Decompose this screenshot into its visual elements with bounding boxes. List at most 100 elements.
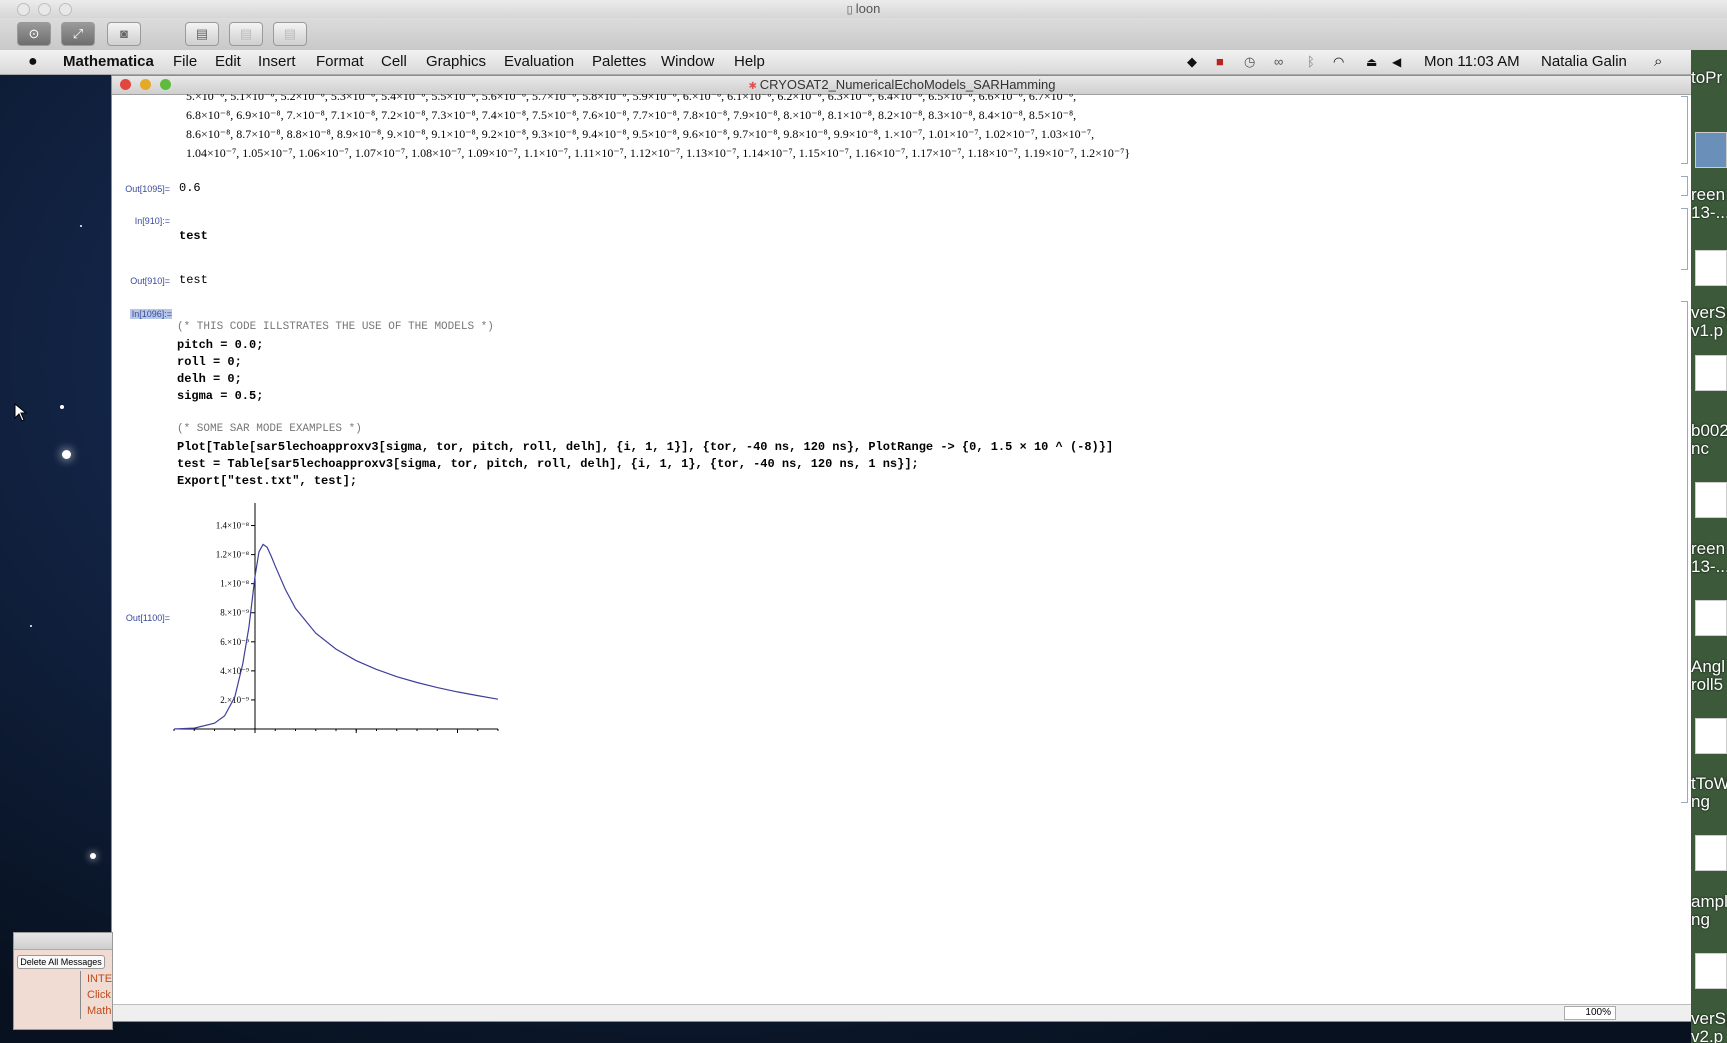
code-line[interactable]: Plot[Table[sar5lechoapproxv3[sigma, tor,… bbox=[177, 440, 1113, 454]
desktop-file-label[interactable]: reen bbox=[1691, 540, 1727, 557]
control-mode-button[interactable]: ⊙ bbox=[17, 22, 51, 46]
file-thumbnail[interactable] bbox=[1695, 600, 1727, 636]
out-label: Out[1100]= bbox=[125, 613, 170, 623]
output-value: 0.6 bbox=[179, 181, 201, 195]
apple-icon[interactable]: ● bbox=[28, 50, 38, 74]
bluetooth-icon[interactable]: ᛒ bbox=[1307, 50, 1315, 74]
minimize-button[interactable] bbox=[38, 3, 51, 16]
desktop-file-label[interactable]: 13-... bbox=[1691, 204, 1727, 221]
desktop-file-label[interactable]: ng bbox=[1691, 911, 1727, 928]
notebook-icon: ✱ bbox=[748, 81, 760, 92]
clock[interactable]: Mon 11:03 AM bbox=[1424, 50, 1520, 74]
code-line[interactable]: delh = 0; bbox=[177, 372, 242, 386]
cell-bracket[interactable] bbox=[1681, 301, 1688, 803]
zoom-selector[interactable]: 100% bbox=[1564, 1006, 1616, 1020]
input-cell[interactable]: test bbox=[179, 229, 208, 243]
clipboard-button[interactable]: ▤ bbox=[185, 22, 219, 46]
paste-button[interactable]: ▤ bbox=[229, 22, 263, 46]
y-tick-label: 6.×10⁻⁹ bbox=[220, 637, 249, 647]
menu-insert[interactable]: Insert bbox=[258, 50, 296, 74]
vnc-title: loon bbox=[855, 1, 881, 16]
star bbox=[62, 450, 71, 459]
delete-all-messages-button[interactable]: Delete All Messages bbox=[17, 955, 105, 969]
desktop-file-label[interactable]: Angl bbox=[1691, 658, 1727, 675]
message-line[interactable]: Click bbox=[87, 987, 112, 1003]
desktop-file-label[interactable]: 13-... bbox=[1691, 558, 1727, 575]
file-thumbnail[interactable] bbox=[1695, 250, 1727, 286]
binoculars-icon[interactable]: ∞ bbox=[1274, 50, 1283, 74]
message-list: INTE Click Math bbox=[80, 971, 112, 1019]
vnc-toolbar: ⊙ ⤢ ◙ ▤ ▤ ▤ bbox=[0, 18, 1727, 50]
volume-icon[interactable]: ◀ bbox=[1392, 50, 1401, 74]
notebook-title-bar[interactable]: ✱ CRYOSAT2_NumericalEchoModels_SARHammin… bbox=[112, 76, 1692, 95]
desktop-file-label[interactable]: tToW bbox=[1691, 775, 1727, 792]
minimize-button[interactable] bbox=[140, 79, 151, 90]
zoom-button[interactable] bbox=[59, 3, 72, 16]
menu-window[interactable]: Window bbox=[661, 50, 714, 74]
menu-format[interactable]: Format bbox=[316, 50, 364, 74]
file-thumbnail[interactable] bbox=[1695, 132, 1727, 168]
desktop-file-label[interactable]: verSp bbox=[1691, 304, 1727, 321]
plot-graphic[interactable]: 05.×10⁻⁸1.×10⁻⁷2.×10⁻⁹4.×10⁻⁹6.×10⁻⁹8.×1… bbox=[172, 496, 552, 736]
desktop-file-label[interactable]: v2.p bbox=[1691, 1028, 1727, 1043]
palette-title-bar[interactable] bbox=[14, 933, 112, 950]
desktop-file-label[interactable]: nc bbox=[1691, 440, 1727, 457]
menu-graphics[interactable]: Graphics bbox=[426, 50, 486, 74]
cell-bracket[interactable] bbox=[1681, 96, 1688, 164]
menu-edit[interactable]: Edit bbox=[215, 50, 241, 74]
code-line[interactable]: roll = 0; bbox=[177, 355, 242, 369]
out-label: Out[1095]= bbox=[125, 184, 170, 194]
code-line[interactable]: test = Table[sar5lechoapproxv3[sigma, to… bbox=[177, 457, 919, 471]
code-line[interactable]: sigma = 0.5; bbox=[177, 389, 263, 403]
desktop-file-label[interactable]: v1.p bbox=[1691, 322, 1727, 339]
copy-button[interactable]: ▤ bbox=[273, 22, 307, 46]
fullscreen-button[interactable]: ⤢ bbox=[61, 22, 95, 46]
file-thumbnail[interactable] bbox=[1695, 355, 1727, 391]
list-row: 5.×10⁻⁸, 5.1×10⁻⁸, 5.2×10⁻⁸, 5.3×10⁻⁸, 5… bbox=[186, 94, 1077, 103]
menu-help[interactable]: Help bbox=[734, 50, 765, 74]
file-thumbnail[interactable] bbox=[1695, 835, 1727, 871]
eject-icon[interactable]: ⏏ bbox=[1366, 50, 1377, 74]
file-thumbnail[interactable] bbox=[1695, 953, 1727, 989]
code-line[interactable]: Export["test.txt", test]; bbox=[177, 474, 357, 488]
desktop-file-label[interactable]: verSp bbox=[1691, 1010, 1727, 1027]
desktop-file-label[interactable]: b002 bbox=[1691, 422, 1727, 439]
list-row: 1.04×10⁻⁷, 1.05×10⁻⁷, 1.06×10⁻⁷, 1.07×10… bbox=[186, 146, 1131, 160]
star bbox=[60, 405, 64, 409]
cell-bracket[interactable] bbox=[1681, 208, 1688, 270]
zoom-button[interactable] bbox=[160, 79, 171, 90]
desktop-icon-strip: toPr reen 13-... verSp v1.p b002 nc reen… bbox=[1691, 50, 1727, 1043]
app-menu[interactable]: Mathematica bbox=[63, 50, 154, 74]
star bbox=[80, 225, 82, 227]
vnc-title-bar[interactable]: ▯ loon bbox=[0, 0, 1727, 19]
user-name[interactable]: Natalia Galin bbox=[1541, 50, 1627, 74]
desktop-file-label[interactable]: ample bbox=[1691, 893, 1727, 910]
wifi-icon[interactable]: ◠ bbox=[1333, 50, 1344, 74]
y-tick-label: 4.×10⁻⁹ bbox=[220, 666, 249, 676]
menu-evaluation[interactable]: Evaluation bbox=[504, 50, 574, 74]
code-comment[interactable]: (* THIS CODE ILLSTRATES THE USE OF THE M… bbox=[177, 321, 494, 333]
y-tick-label: 1.4×10⁻⁸ bbox=[216, 521, 249, 531]
menu-cell[interactable]: Cell bbox=[381, 50, 407, 74]
file-thumbnail[interactable] bbox=[1695, 482, 1727, 518]
in-label: In[910]:= bbox=[134, 216, 170, 226]
desktop-file-label[interactable]: roll5 bbox=[1691, 676, 1727, 693]
close-button[interactable] bbox=[17, 3, 30, 16]
close-button[interactable] bbox=[120, 79, 131, 90]
dropbox-icon[interactable]: ◆ bbox=[1187, 50, 1197, 74]
menu-palettes[interactable]: Palettes bbox=[592, 50, 646, 74]
spotlight-icon[interactable]: ⌕ bbox=[1654, 50, 1662, 74]
desktop-file-label[interactable]: toPr bbox=[1691, 69, 1727, 86]
cell-bracket[interactable] bbox=[1681, 176, 1688, 196]
menu-file[interactable]: File bbox=[173, 50, 197, 74]
shield-icon[interactable]: ■ bbox=[1216, 50, 1224, 74]
message-line[interactable]: Math bbox=[87, 1003, 112, 1019]
desktop-file-label[interactable]: ng bbox=[1691, 793, 1727, 810]
time-machine-icon[interactable]: ◷ bbox=[1244, 50, 1255, 74]
screenshot-button[interactable]: ◙ bbox=[107, 22, 141, 46]
desktop-file-label[interactable]: reen bbox=[1691, 186, 1727, 203]
code-line[interactable]: pitch = 0.0; bbox=[177, 338, 263, 352]
message-line[interactable]: INTE bbox=[87, 971, 112, 987]
file-thumbnail[interactable] bbox=[1695, 718, 1727, 754]
code-comment[interactable]: (* SOME SAR MODE EXAMPLES *) bbox=[177, 423, 362, 435]
